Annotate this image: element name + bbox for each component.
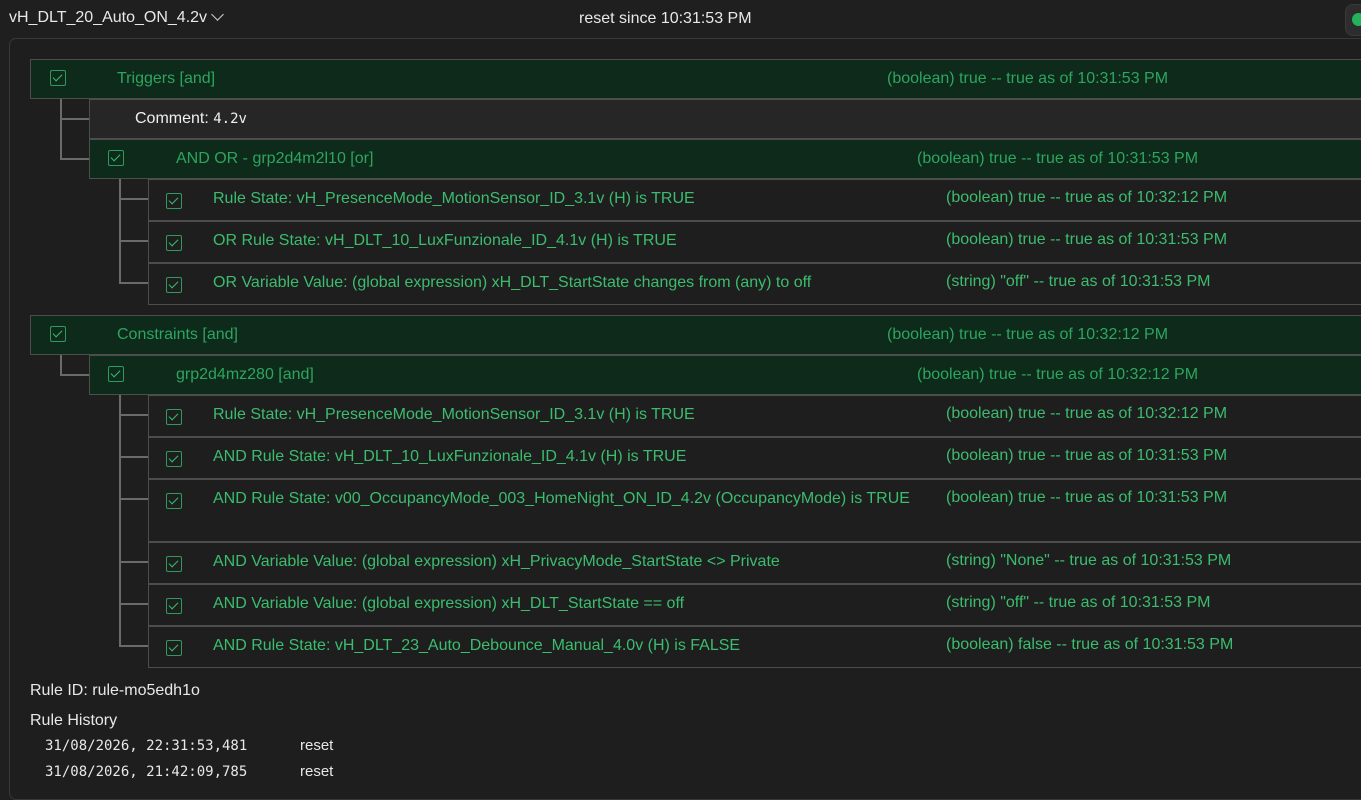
history-timestamp: 31/08/2026, 22:31:53,481 [45, 738, 248, 754]
constraint-item-value: (boolean) true -- true as of 10:32:12 PM [946, 405, 1228, 422]
trigger-item-value: (boolean) true -- true as of 10:31:53 PM [946, 231, 1228, 248]
rule-id-text: Rule ID: rule-mo5edh1o [30, 682, 200, 699]
triggers-checkbox[interactable] [50, 70, 66, 86]
tree-connector [60, 98, 62, 160]
trigger-subgroup-label: AND OR - grp2d4m2l10 [or] [176, 150, 374, 167]
tree-connector [119, 394, 121, 646]
tree-connector [119, 240, 149, 242]
trigger-item-checkbox[interactable] [166, 277, 182, 293]
constraint-item-label: AND Variable Value: (global expression) … [213, 595, 685, 612]
rule-history-title: Rule History [30, 712, 118, 729]
tree-connector [60, 374, 90, 376]
constraint-item-checkbox[interactable] [166, 493, 182, 509]
trigger-item-row: OR Rule State: vH_DLT_10_LuxFunzionale_I… [148, 221, 1361, 263]
reset-since-text: reset since 10:31:53 PM [579, 10, 752, 27]
tree-connector [119, 561, 149, 563]
constraint-item-value: (boolean) true -- true as of 10:31:53 PM [946, 447, 1228, 464]
trigger-item-label: OR Rule State: vH_DLT_10_LuxFunzionale_I… [213, 232, 677, 249]
history-timestamp: 31/08/2026, 21:42:09,785 [45, 764, 248, 780]
constraint-item-checkbox[interactable] [166, 640, 182, 656]
trigger-subgroup-row: AND OR - grp2d4m2l10 [or] (boolean) true… [89, 139, 1361, 179]
constraints-checkbox[interactable] [50, 326, 66, 342]
tree-connector [60, 354, 62, 376]
history-entry: 31/08/2026, 21:42:09,785 reset [45, 763, 333, 780]
constraint-item-value: (boolean) true -- true as of 10:31:53 PM [946, 489, 1228, 506]
constraint-subgroup-value: (boolean) true -- true as of 10:32:12 PM [917, 366, 1199, 383]
constraint-item-label: AND Variable Value: (global expression) … [213, 553, 780, 570]
tree-connector [119, 603, 149, 605]
trigger-item-checkbox[interactable] [166, 193, 182, 209]
rule-selector[interactable]: vH_DLT_20_Auto_ON_4.2v [9, 8, 224, 27]
comment-text: Comment: 4.2v [135, 110, 247, 128]
constraints-value: (boolean) true -- true as of 10:32:12 PM [887, 326, 1169, 343]
tree-connector [119, 198, 149, 200]
triggers-label: Triggers [and] [117, 70, 216, 87]
tree-connector [60, 158, 90, 160]
constraint-item-row: AND Variable Value: (global expression) … [148, 584, 1361, 626]
trigger-item-label: OR Variable Value: (global expression) x… [213, 274, 812, 291]
trigger-item-checkbox[interactable] [166, 235, 182, 251]
comment-label: Comment: [135, 110, 209, 127]
constraint-item-label: AND Rule State: vH_DLT_23_Auto_Debounce_… [213, 637, 741, 654]
tree-connector [119, 456, 149, 458]
trigger-item-value: (boolean) true -- true as of 10:32:12 PM [946, 189, 1228, 206]
trigger-item-value: (string) "off" -- true as of 10:31:53 PM [946, 273, 1211, 290]
tree-connector [119, 178, 121, 284]
constraint-item-label: Rule State: vH_PresenceMode_MotionSensor… [213, 406, 695, 423]
trigger-item-label: Rule State: vH_PresenceMode_MotionSensor… [213, 190, 695, 207]
triggers-group-row: Triggers [and] (boolean) true -- true as… [30, 59, 1361, 99]
constraints-group-row: Constraints [and] (boolean) true -- true… [30, 315, 1361, 355]
constraint-item-row: AND Rule State: vH_DLT_10_LuxFunzionale_… [148, 437, 1361, 479]
trigger-subgroup-checkbox[interactable] [108, 150, 124, 166]
tree-connector [60, 118, 90, 120]
constraint-item-checkbox[interactable] [166, 409, 182, 425]
rule-name-label: vH_DLT_20_Auto_ON_4.2v [9, 9, 208, 26]
constraint-item-label: AND Rule State: vH_DLT_10_LuxFunzionale_… [213, 448, 687, 465]
trigger-item-row: Rule State: vH_PresenceMode_MotionSensor… [148, 179, 1361, 221]
status-toggle[interactable] [1345, 4, 1361, 36]
constraint-item-label: AND Rule State: v00_OccupancyMode_003_Ho… [213, 490, 910, 507]
constraint-subgroup-row: grp2d4mz280 [and] (boolean) true -- true… [89, 355, 1361, 395]
status-dot-icon [1352, 13, 1361, 26]
constraint-item-checkbox[interactable] [166, 451, 182, 467]
top-bar: vH_DLT_20_Auto_ON_4.2v reset since 10:31… [0, 0, 1361, 38]
comment-value: 4.2v [213, 111, 247, 127]
tree-connector [119, 414, 149, 416]
triggers-value: (boolean) true -- true as of 10:31:53 PM [887, 70, 1169, 87]
chevron-down-icon [211, 8, 224, 21]
constraints-label: Constraints [and] [117, 326, 238, 343]
tree-connector [119, 645, 149, 647]
history-event: reset [300, 763, 334, 780]
trigger-item-row: OR Variable Value: (global expression) x… [148, 263, 1361, 305]
tree-connector [119, 282, 149, 284]
constraint-item-row: AND Variable Value: (global expression) … [148, 542, 1361, 584]
history-entry: 31/08/2026, 22:31:53,481 reset [45, 737, 333, 754]
constraint-item-row: Rule State: vH_PresenceMode_MotionSensor… [148, 395, 1361, 437]
constraint-subgroup-label: grp2d4mz280 [and] [176, 366, 314, 383]
constraint-item-value: (boolean) false -- true as of 10:31:53 P… [946, 636, 1234, 653]
constraint-item-checkbox[interactable] [166, 598, 182, 614]
constraint-item-row: AND Rule State: vH_DLT_23_Auto_Debounce_… [148, 626, 1361, 668]
constraint-subgroup-checkbox[interactable] [108, 366, 124, 382]
comment-row: Comment: 4.2v [89, 99, 1361, 139]
constraint-item-checkbox[interactable] [166, 556, 182, 572]
trigger-subgroup-value: (boolean) true -- true as of 10:31:53 PM [917, 150, 1199, 167]
constraint-item-value: (string) "off" -- true as of 10:31:53 PM [946, 594, 1211, 611]
tree-connector [119, 498, 149, 500]
history-event: reset [300, 737, 334, 754]
constraint-item-value: (string) "None" -- true as of 10:31:53 P… [946, 552, 1232, 569]
constraint-item-row: AND Rule State: v00_OccupancyMode_003_Ho… [148, 479, 1361, 542]
